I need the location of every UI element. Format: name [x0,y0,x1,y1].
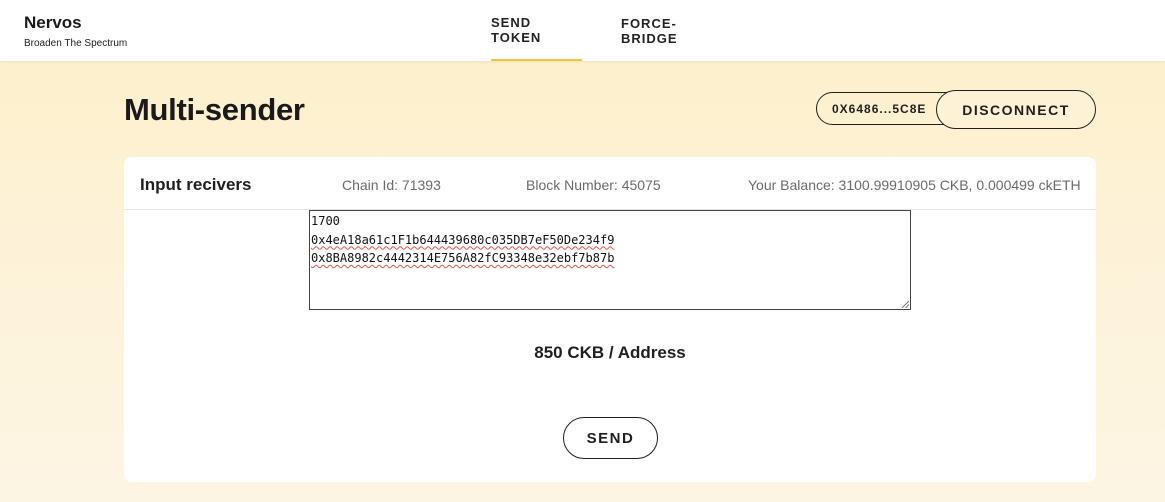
card-title: Input recivers [140,175,252,194]
brand-tagline: Broaden The Spectrum [24,38,128,49]
wallet-balance: Your Balance: 3100.99910905 CKB, 0.00049… [748,177,1081,193]
multi-sender-card: Input recivers Chain Id: 71393 Block Num… [124,157,1096,482]
receiver-line: 1700 [311,214,340,228]
top-navigation-bar: Nervos Broaden The Spectrum SEND TOKEN F… [0,0,1165,61]
block-number: Block Number: 45075 [526,177,661,193]
page-title: Multi-sender [124,92,305,127]
tab-force-bridge[interactable]: FORCE-BRIDGE [621,0,729,61]
receiver-line: 0x4eA18a61c1F1b644439680c035DB7eF50De234… [311,232,615,247]
card-header: Input recivers Chain Id: 71393 Block Num… [124,157,1096,210]
receiver-line: 0x8BA8982c4442314E756A82fC93348e32ebf7b8… [311,251,615,265]
tab-send-token[interactable]: SEND TOKEN [491,0,582,61]
brand-name: Nervos [24,13,82,32]
chain-id: Chain Id: 71393 [342,177,441,193]
resize-handle-icon[interactable] [901,300,909,308]
amount-per-address: 850 CKB / Address [534,343,686,362]
brand[interactable]: Nervos Broaden The Spectrum [24,13,127,49]
disconnect-button[interactable]: DISCONNECT [936,90,1096,129]
send-button[interactable]: SEND [563,417,658,459]
receivers-textarea[interactable]: 1700 0x4eA18a61c1F1b644439680c035DB7eF50… [309,210,911,310]
